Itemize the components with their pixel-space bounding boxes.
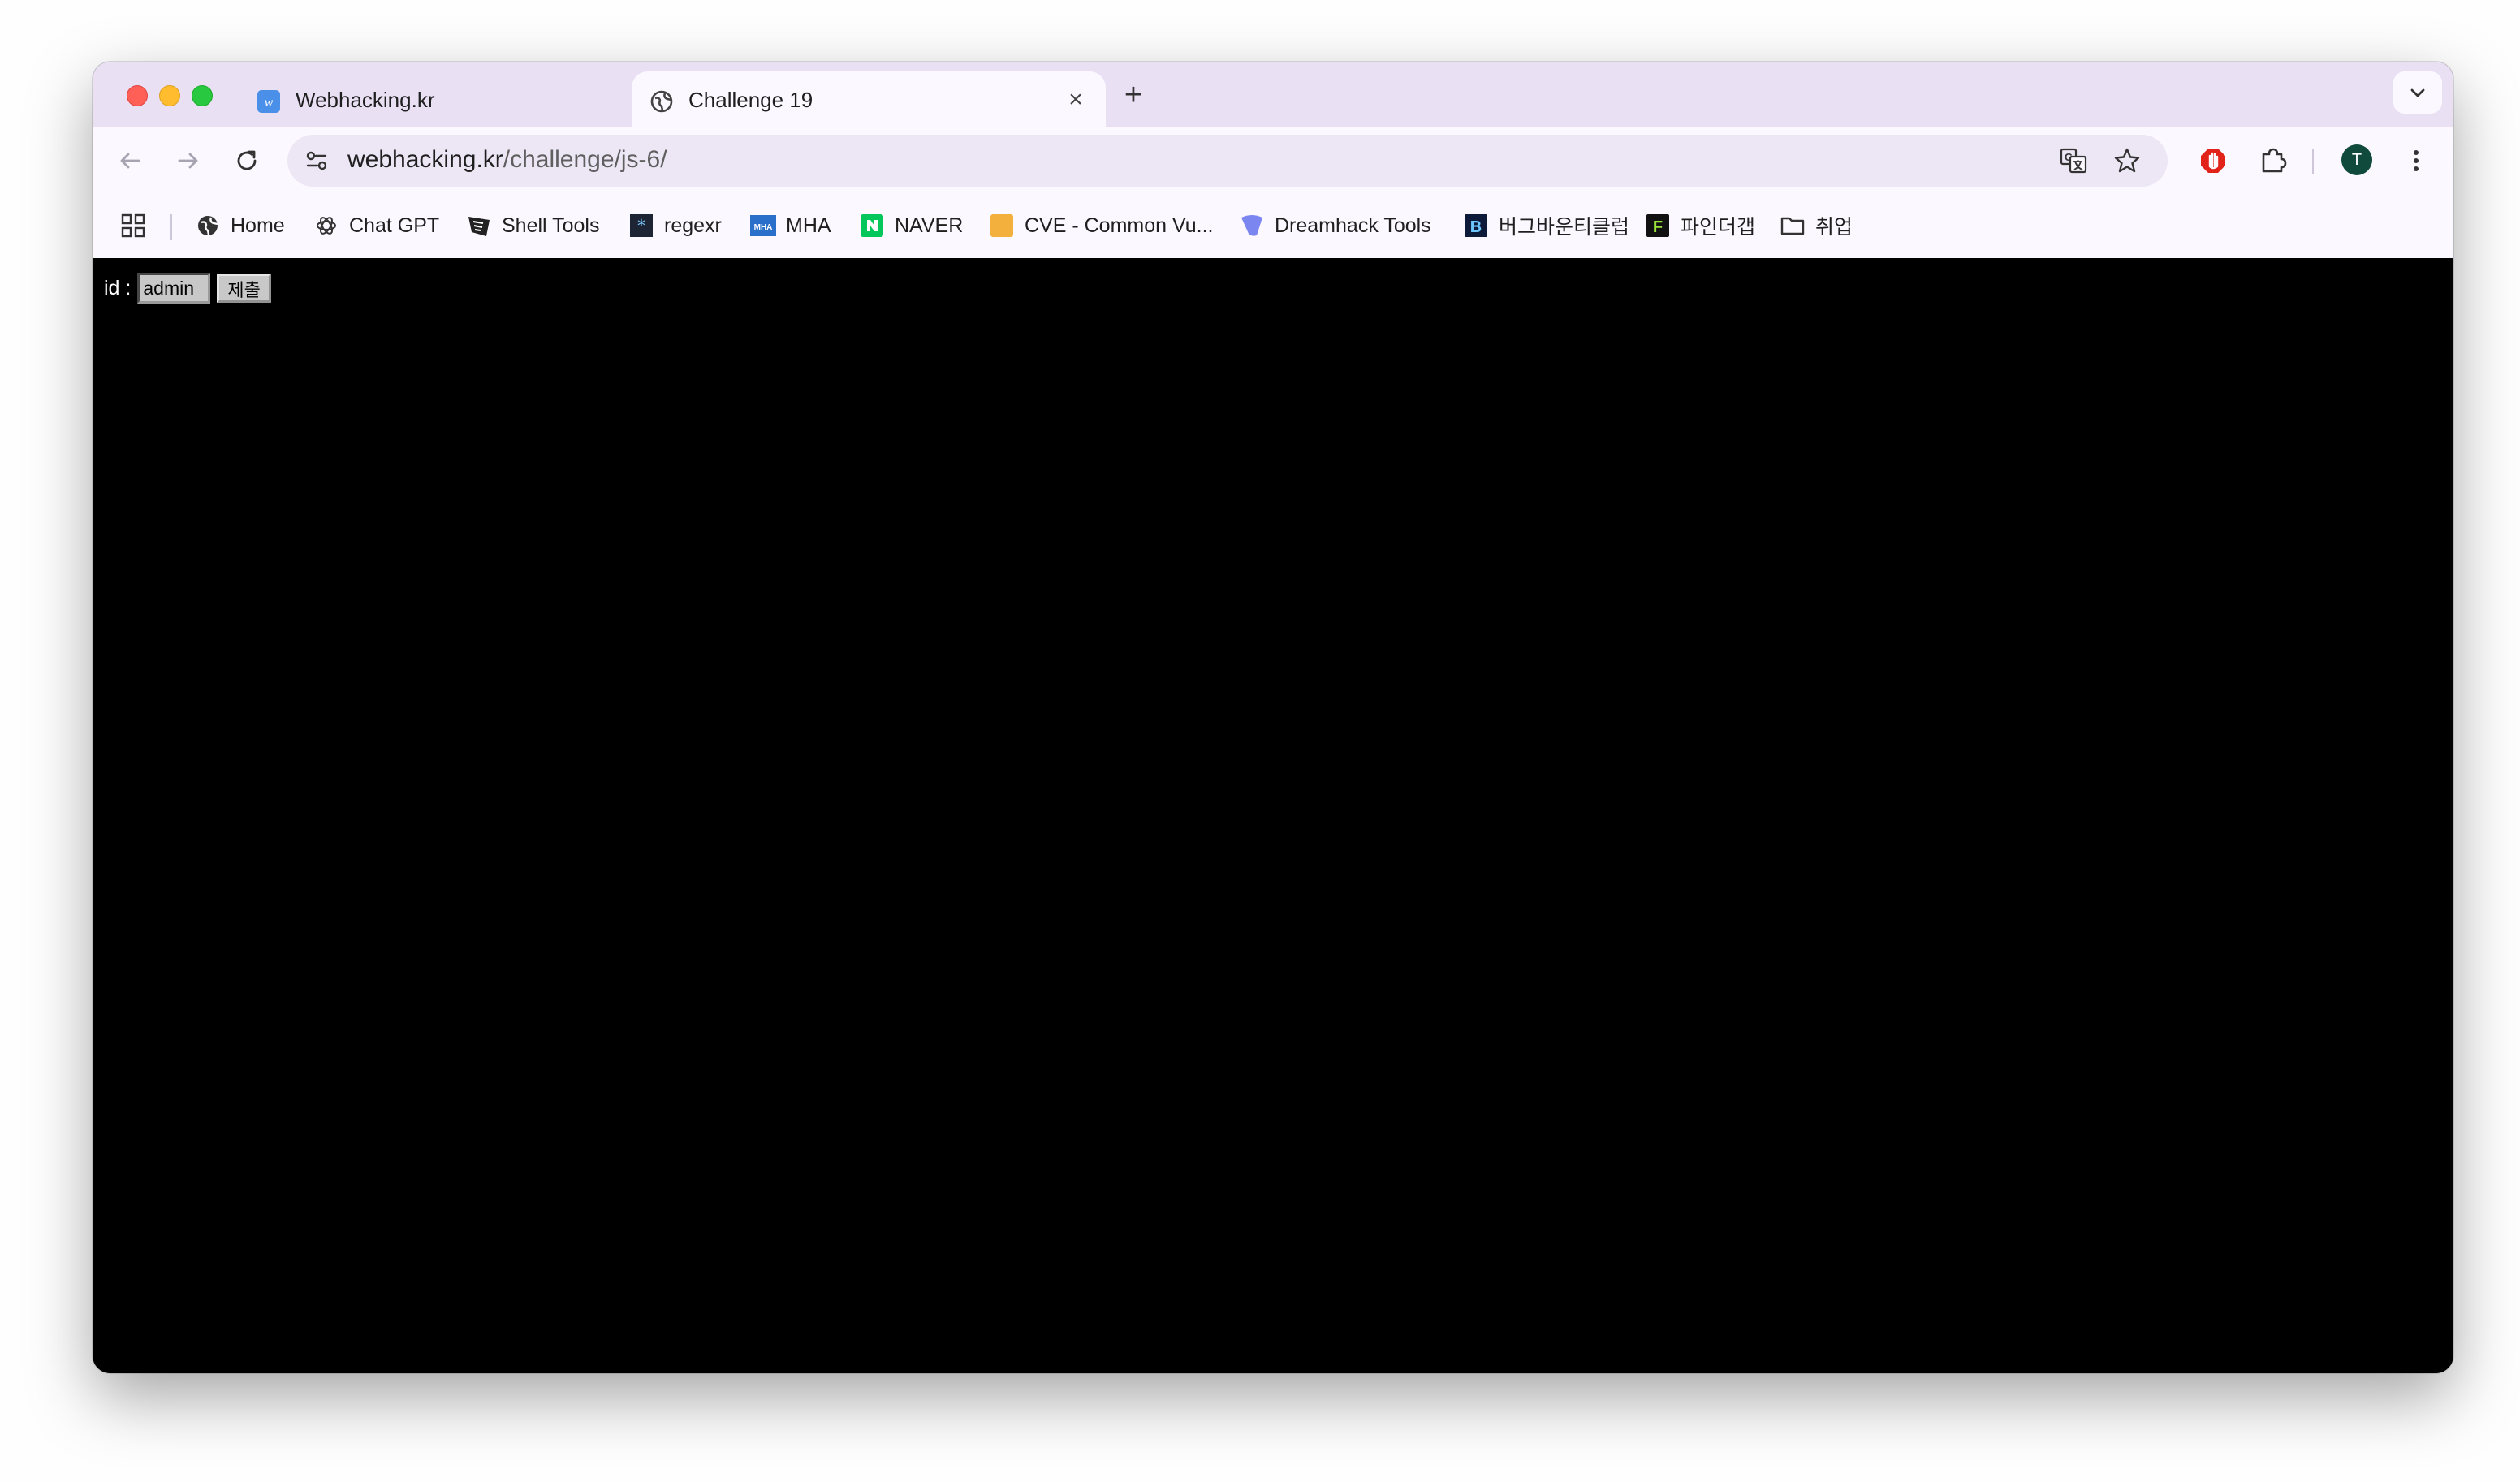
bookmark-label: CVE - Common Vu... xyxy=(1025,213,1214,237)
regexr-icon: * xyxy=(628,213,654,239)
browser-window: w Webhacking.kr × Challenge 19 × + xyxy=(93,62,2453,1373)
maximize-window-button[interactable] xyxy=(192,85,213,106)
bookmark-bugbounty-club[interactable]: B 버그바운티클럽 xyxy=(1463,209,1629,242)
profile-avatar[interactable]: T xyxy=(2341,144,2372,175)
bookmark-label: 파인더갭 xyxy=(1681,216,1756,239)
page-content: id : 제출 xyxy=(93,258,2453,1373)
id-input[interactable] xyxy=(137,273,211,304)
openai-icon xyxy=(313,213,339,239)
globe-icon xyxy=(195,213,221,239)
bookmark-findthegap[interactable]: F 파인더갭 xyxy=(1645,209,1755,242)
id-form: id : 제출 xyxy=(104,273,271,304)
bookmark-naver[interactable]: NAVER xyxy=(859,209,963,242)
close-icon[interactable]: × xyxy=(1064,88,1088,112)
arrow-right-icon xyxy=(178,153,198,169)
svg-text:w: w xyxy=(265,96,274,110)
bookmark-chat-gpt[interactable]: Chat GPT xyxy=(313,209,439,242)
shell-tools-icon xyxy=(466,213,492,239)
extensions-puzzle-icon[interactable] xyxy=(2257,144,2289,177)
tab-title: Webhacking.kr xyxy=(296,88,435,112)
desktop-background: w Webhacking.kr × Challenge 19 × + xyxy=(0,0,2520,1482)
site-info-icon[interactable] xyxy=(304,148,330,174)
findthegap-icon: F xyxy=(1645,213,1671,239)
bookmarks-bar: Home Chat GPT Shell Tools * regexr MHA M… xyxy=(93,195,2453,258)
tab-challenge-19[interactable]: Challenge 19 × xyxy=(632,71,1106,127)
toolbar-divider xyxy=(2312,149,2314,174)
url-text[interactable]: webhacking.kr/challenge/js-6/ xyxy=(347,146,667,174)
bookmark-label: Chat GPT xyxy=(349,213,440,237)
back-button[interactable] xyxy=(114,144,146,177)
url-path: /challenge/js-6/ xyxy=(503,146,667,173)
svg-text:MHA: MHA xyxy=(754,223,773,232)
bookmark-label: Dreamhack Tools xyxy=(1275,213,1431,237)
bookmark-folder-jobs[interactable]: 취업 xyxy=(1780,209,1853,242)
tab-search-button[interactable] xyxy=(2393,71,2442,114)
bookmarks-divider xyxy=(170,214,172,240)
folder-icon xyxy=(1780,213,1806,239)
tab-title: Challenge 19 xyxy=(688,88,813,112)
address-bar[interactable]: webhacking.kr/challenge/js-6/ G xyxy=(287,135,2168,187)
minimize-window-button[interactable] xyxy=(159,85,180,106)
forward-button[interactable] xyxy=(172,144,205,177)
dreamhack-icon xyxy=(1239,213,1265,239)
translate-icon[interactable]: G xyxy=(2059,146,2088,175)
bookmark-label: MHA xyxy=(786,213,831,237)
bookmark-shell-tools[interactable]: Shell Tools xyxy=(466,209,599,242)
extension-shield-icon[interactable] xyxy=(2197,144,2229,177)
globe-icon xyxy=(650,90,673,113)
naver-icon xyxy=(859,213,885,239)
bookmark-label: Shell Tools xyxy=(502,213,600,237)
browser-toolbar: webhacking.kr/challenge/js-6/ G T xyxy=(93,127,2453,195)
submit-button[interactable]: 제출 xyxy=(217,274,271,303)
bookmark-cve[interactable]: CVE - Common Vu... xyxy=(989,209,1213,242)
bookmark-home[interactable]: Home xyxy=(195,209,285,242)
svg-text:*: * xyxy=(636,216,646,235)
apps-button[interactable] xyxy=(120,209,146,242)
bookmark-label: regexr xyxy=(664,213,722,237)
bookmark-regexr[interactable]: * regexr xyxy=(628,209,722,242)
bugbounty-icon: B xyxy=(1463,213,1489,239)
new-tab-button[interactable]: + xyxy=(1117,80,1150,112)
bookmark-label: Home xyxy=(231,213,285,237)
url-host: webhacking.kr xyxy=(347,146,503,173)
mha-icon: MHA xyxy=(750,213,776,239)
arrow-left-icon xyxy=(120,153,140,169)
w-favicon-icon: w xyxy=(257,90,280,113)
close-window-button[interactable] xyxy=(127,85,148,106)
apps-grid-icon xyxy=(121,213,145,238)
svg-text:F: F xyxy=(1653,218,1663,236)
bookmark-mha[interactable]: MHA MHA xyxy=(750,209,831,242)
bookmark-label: 버그바운티클럽 xyxy=(1499,216,1630,239)
bookmark-dreamhack-tools[interactable]: Dreamhack Tools xyxy=(1239,209,1431,242)
chevron-down-icon xyxy=(2410,88,2425,97)
svg-text:B: B xyxy=(1470,218,1482,236)
tab-strip: w Webhacking.kr × Challenge 19 × + xyxy=(93,62,2453,127)
menu-kebab-icon[interactable] xyxy=(2400,144,2432,177)
bookmark-label: NAVER xyxy=(895,213,964,237)
bookmark-label: 취업 xyxy=(1815,216,1853,239)
reload-icon xyxy=(237,150,257,170)
reload-button[interactable] xyxy=(231,144,263,177)
star-icon[interactable] xyxy=(2112,146,2142,175)
id-label: id : xyxy=(104,276,132,299)
cve-icon xyxy=(989,213,1015,239)
